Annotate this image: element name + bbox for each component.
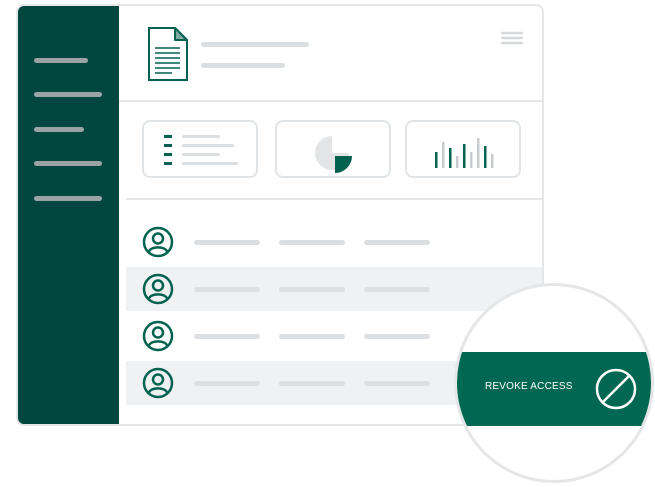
sidebar-item[interactable] <box>34 92 102 97</box>
list-card[interactable] <box>142 120 258 178</box>
cell-placeholder <box>194 381 260 386</box>
header-subtitle-placeholder <box>201 63 285 68</box>
user-avatar-icon <box>142 226 174 263</box>
header-title-placeholder <box>201 42 309 47</box>
table-row[interactable] <box>126 220 542 264</box>
document-icon <box>148 27 188 81</box>
pie-chart-icon <box>315 136 352 173</box>
cell-placeholder <box>279 240 345 245</box>
cell-placeholder <box>194 287 260 292</box>
user-avatar-icon <box>142 320 174 357</box>
sidebar-item[interactable] <box>34 127 84 132</box>
sidebar <box>18 6 119 424</box>
revoke-access-button[interactable]: REVOKE ACCESS <box>457 352 651 426</box>
cell-placeholder <box>194 334 260 339</box>
revoke-access-label: REVOKE ACCESS <box>485 381 573 392</box>
user-avatar-icon <box>142 367 174 404</box>
sidebar-item[interactable] <box>34 58 88 63</box>
table-row[interactable] <box>126 267 542 311</box>
content-divider <box>126 198 542 200</box>
cell-placeholder <box>194 240 260 245</box>
header-divider <box>119 100 542 102</box>
sidebar-item[interactable] <box>34 161 102 166</box>
cell-placeholder <box>279 334 345 339</box>
cell-placeholder <box>364 240 430 245</box>
sidebar-item[interactable] <box>34 196 102 201</box>
user-avatar-icon <box>142 273 174 310</box>
pie-chart-card[interactable] <box>275 120 391 178</box>
hamburger-menu-icon[interactable] <box>501 30 523 46</box>
cell-placeholder <box>279 381 345 386</box>
header <box>119 6 542 102</box>
cell-placeholder <box>364 287 430 292</box>
list-icon <box>164 135 238 165</box>
cell-placeholder <box>279 287 345 292</box>
bar-chart-card[interactable] <box>405 120 521 178</box>
cell-placeholder <box>364 334 430 339</box>
bar-chart-icon <box>435 138 494 168</box>
cell-placeholder <box>364 381 430 386</box>
block-icon <box>595 368 637 410</box>
zoom-callout: REVOKE ACCESS <box>454 283 654 483</box>
